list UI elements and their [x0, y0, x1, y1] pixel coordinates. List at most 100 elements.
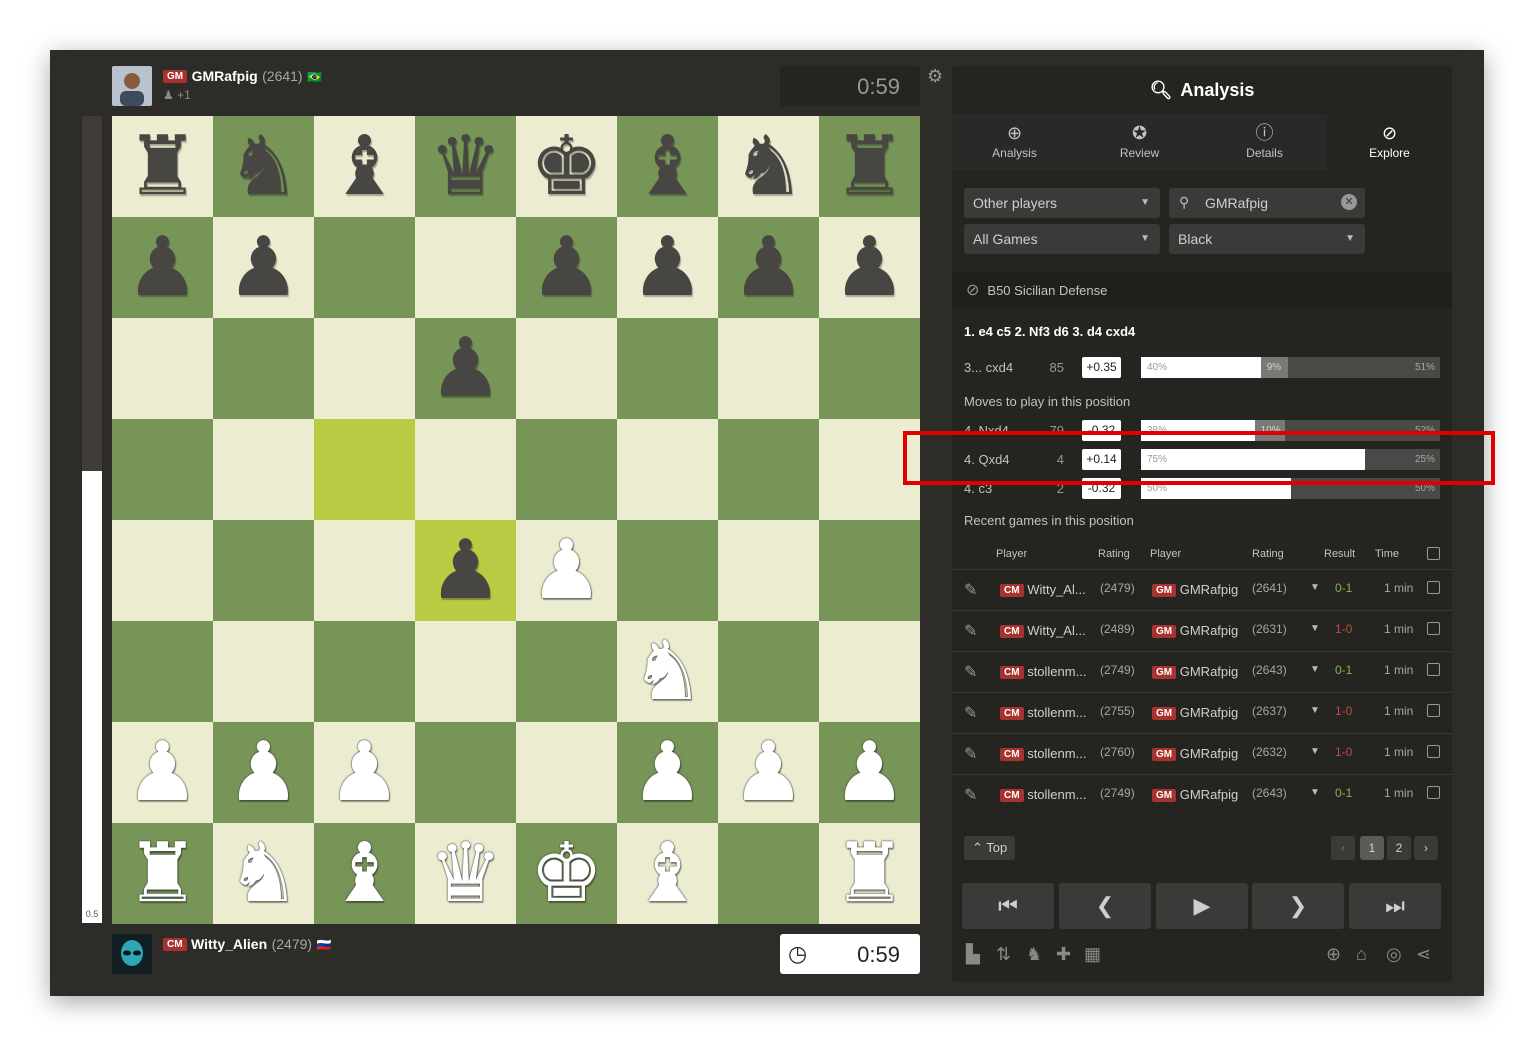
game-row[interactable]: ✎ CM Witty_Al... (2479) GM GMRafpig (2641) ▼ 0…: [952, 569, 1452, 610]
square-g2[interactable]: ♟: [718, 722, 819, 823]
square-g3[interactable]: [718, 621, 819, 722]
game-player1[interactable]: CM stollenm...: [1000, 664, 1086, 680]
square-d1[interactable]: ♛: [415, 823, 516, 924]
square-h8[interactable]: ♜: [819, 116, 920, 217]
square-h7[interactable]: ♟: [819, 217, 920, 318]
settings-gear-icon[interactable]: ⚙: [927, 66, 943, 87]
game-player1[interactable]: CM Witty_Al...: [1000, 623, 1086, 639]
square-b3[interactable]: [213, 621, 314, 722]
black-king-icon[interactable]: ♚: [530, 125, 604, 208]
top-button[interactable]: ⌃ Top: [964, 836, 1016, 860]
bottom-player-name[interactable]: Witty_Alien: [191, 936, 267, 952]
game-player2[interactable]: GM GMRafpig: [1152, 664, 1238, 680]
white-bishop-icon[interactable]: ♝: [328, 832, 402, 915]
game-checkbox[interactable]: [1427, 581, 1440, 594]
square-g1[interactable]: [718, 823, 819, 924]
black-rook-icon[interactable]: ♜: [833, 125, 907, 208]
square-c7[interactable]: [314, 217, 415, 318]
square-a7[interactable]: ♟: [112, 217, 213, 318]
square-c2[interactable]: ♟: [314, 722, 415, 823]
page-1-button[interactable]: 1: [1360, 836, 1384, 860]
square-a2[interactable]: ♟: [112, 722, 213, 823]
tab-explore[interactable]: ⊘ Explore: [1327, 114, 1452, 170]
caret-down-icon[interactable]: ▼: [1310, 746, 1320, 757]
caret-down-icon[interactable]: ▼: [1310, 787, 1320, 798]
white-rook-icon[interactable]: ♜: [833, 832, 907, 915]
square-d6[interactable]: ♟: [415, 318, 516, 419]
square-a6[interactable]: [112, 318, 213, 419]
white-pawn-icon[interactable]: ♟: [833, 731, 907, 814]
square-d7[interactable]: [415, 217, 516, 318]
white-bishop-icon[interactable]: ♝: [631, 832, 705, 915]
square-f8[interactable]: ♝: [617, 116, 718, 217]
white-pawn-icon[interactable]: ♟: [631, 731, 705, 814]
black-pawn-icon[interactable]: ♟: [833, 226, 907, 309]
white-queen-icon[interactable]: ♛: [429, 832, 503, 915]
games-filter-select[interactable]: All Games ▼: [964, 224, 1160, 254]
square-f6[interactable]: [617, 318, 718, 419]
clear-search-icon[interactable]: ✕: [1341, 194, 1357, 210]
caret-down-icon[interactable]: ▼: [1310, 623, 1320, 634]
game-row[interactable]: ✎ CM stollenm... (2760) GM GMRafpig (2632) ▼ 1…: [952, 733, 1452, 774]
square-h2[interactable]: ♟: [819, 722, 920, 823]
flip-board-icon[interactable]: ⇅: [996, 944, 1011, 965]
tab-review[interactable]: ✪ Review: [1077, 114, 1202, 170]
game-player1[interactable]: CM stollenm...: [1000, 705, 1086, 721]
square-e5[interactable]: [516, 419, 617, 520]
color-filter-select[interactable]: Black ▼: [1169, 224, 1365, 254]
board-setup-icon[interactable]: ▦: [1084, 944, 1101, 965]
top-player-name[interactable]: GMRafpig: [192, 68, 258, 84]
square-c5[interactable]: [314, 419, 415, 520]
square-d8[interactable]: ♛: [415, 116, 516, 217]
square-a5[interactable]: [112, 419, 213, 520]
game-row[interactable]: ✎ CM stollenm... (2749) GM GMRafpig (2643) ▼ 0…: [952, 774, 1452, 815]
white-knight-icon[interactable]: ♞: [227, 832, 301, 915]
square-e1[interactable]: ♚: [516, 823, 617, 924]
square-c6[interactable]: [314, 318, 415, 419]
white-pawn-icon[interactable]: ♟: [328, 731, 402, 814]
prev-page-button[interactable]: ‹: [1331, 836, 1355, 860]
square-g6[interactable]: [718, 318, 819, 419]
square-e2[interactable]: [516, 722, 617, 823]
page-2-button[interactable]: 2: [1387, 836, 1411, 860]
white-pawn-icon[interactable]: ♟: [227, 731, 301, 814]
piece-icon[interactable]: ♞: [1026, 944, 1042, 965]
square-d3[interactable]: [415, 621, 516, 722]
share-icon[interactable]: ⋖: [1416, 944, 1431, 965]
game-checkbox[interactable]: [1427, 622, 1440, 635]
square-c3[interactable]: [314, 621, 415, 722]
next-move-button[interactable]: ❯: [1252, 883, 1344, 929]
square-g8[interactable]: ♞: [718, 116, 819, 217]
square-c4[interactable]: [314, 520, 415, 621]
white-rook-icon[interactable]: ♜: [126, 832, 200, 915]
square-d5[interactable]: [415, 419, 516, 520]
white-pawn-icon[interactable]: ♟: [530, 529, 604, 612]
tab-details[interactable]: ⓘ Details: [1202, 114, 1327, 170]
square-d2[interactable]: [415, 722, 516, 823]
square-b1[interactable]: ♞: [213, 823, 314, 924]
chess-board[interactable]: ♜ ♞ ♝ ♛ ♚ ♝ ♞ ♜ ♟ ♟ ♟ ♟ ♟ ♟ ♟ ♟ ♟ ♞ ♟ ♟ ♟ ♟ ♟ ♟ ♜ ♞ ♝ ♛ ♚ ♝ ♜: [112, 116, 920, 924]
square-g7[interactable]: ♟: [718, 217, 819, 318]
square-h3[interactable]: [819, 621, 920, 722]
game-player2[interactable]: GM GMRafpig: [1152, 705, 1238, 721]
square-a4[interactable]: [112, 520, 213, 621]
game-player1[interactable]: CM stollenm...: [1000, 787, 1086, 803]
square-g5[interactable]: [718, 419, 819, 520]
square-c1[interactable]: ♝: [314, 823, 415, 924]
white-knight-icon[interactable]: ♞: [631, 630, 705, 713]
square-b7[interactable]: ♟: [213, 217, 314, 318]
square-e7[interactable]: ♟: [516, 217, 617, 318]
square-a3[interactable]: [112, 621, 213, 722]
game-checkbox[interactable]: [1427, 786, 1440, 799]
black-queen-icon[interactable]: ♛: [429, 125, 503, 208]
black-pawn-icon[interactable]: ♟: [227, 226, 301, 309]
square-f2[interactable]: ♟: [617, 722, 718, 823]
square-e4[interactable]: ♟: [516, 520, 617, 621]
black-rook-icon[interactable]: ♜: [126, 125, 200, 208]
black-pawn-icon[interactable]: ♟: [530, 226, 604, 309]
square-e3[interactable]: [516, 621, 617, 722]
game-row[interactable]: ✎ CM stollenm... (2749) GM GMRafpig (2643) ▼ 0…: [952, 651, 1452, 692]
game-player2[interactable]: GM GMRafpig: [1152, 623, 1238, 639]
game-player1[interactable]: CM Witty_Al...: [1000, 582, 1086, 598]
opening-row[interactable]: ⊘ B50 Sicilian Defense: [952, 272, 1452, 308]
